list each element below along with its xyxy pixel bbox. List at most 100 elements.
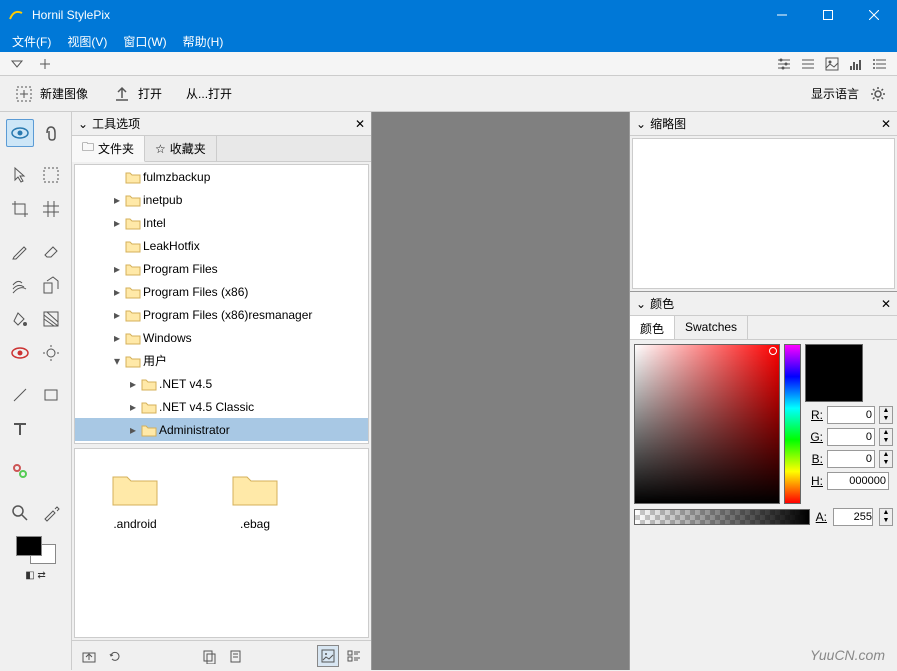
open-from-button[interactable]: 从...打开	[180, 81, 238, 106]
close-panel-icon[interactable]: ✕	[355, 117, 365, 131]
tree-item[interactable]: ▸Intel	[75, 211, 368, 234]
b-input[interactable]	[827, 450, 875, 468]
text-tool[interactable]	[6, 415, 34, 443]
spinner[interactable]: ▲▼	[879, 428, 893, 446]
spinner[interactable]: ▲▼	[879, 406, 893, 424]
tree-item[interactable]: ▸inetpub	[75, 188, 368, 211]
tab-favorites[interactable]: ☆收藏夹	[145, 136, 217, 161]
spinner[interactable]: ▲▼	[879, 450, 893, 468]
tool-options-title: 工具选项	[92, 115, 140, 132]
sliders-icon[interactable]	[773, 53, 795, 75]
tab-color[interactable]: 颜色	[630, 316, 675, 339]
new-image-button[interactable]: 新建图像	[8, 80, 94, 108]
adjust-icon[interactable]	[797, 53, 819, 75]
watermark: YuuCN.com	[810, 647, 885, 663]
grid-tool[interactable]	[37, 195, 65, 223]
blank-tool	[37, 415, 65, 443]
thumbnail-preview	[632, 138, 895, 289]
color-preview	[805, 344, 863, 402]
minimize-button[interactable]	[759, 0, 805, 30]
attach-tool[interactable]	[37, 119, 65, 147]
settings-button[interactable]	[867, 83, 889, 105]
tree-item[interactable]: fulmzbackup	[75, 165, 368, 188]
refresh-icon[interactable]	[104, 645, 126, 667]
close-thumb-icon[interactable]: ✕	[881, 117, 891, 131]
tree-item[interactable]: ▾用户	[75, 349, 368, 372]
r-input[interactable]	[827, 406, 875, 424]
tree-item[interactable]: ▸Windows	[75, 326, 368, 349]
right-panel: ⌄缩略图 ✕ ⌄颜色 ✕ 颜色 Swatches	[629, 112, 897, 670]
hex-input[interactable]	[827, 472, 889, 490]
titlebar: Hornil StylePix	[0, 0, 897, 30]
light-tool[interactable]	[37, 339, 65, 367]
hue-slider[interactable]	[784, 344, 801, 504]
menu-view[interactable]: 视图(V)	[59, 30, 115, 52]
tree-item[interactable]: ▸Program Files	[75, 257, 368, 280]
up-folder-icon[interactable]	[78, 645, 100, 667]
eye-tool[interactable]	[6, 119, 34, 147]
eraser-tool[interactable]	[37, 237, 65, 265]
bucket-tool[interactable]	[6, 305, 34, 333]
brush-tool[interactable]	[6, 271, 34, 299]
close-color-icon[interactable]: ✕	[881, 297, 891, 311]
toolbar1	[0, 52, 897, 76]
toolbar2: 新建图像 打开 从...打开 显示语言	[0, 76, 897, 112]
maximize-button[interactable]	[805, 0, 851, 30]
folder-icon	[231, 469, 279, 509]
tree-item[interactable]: ▸Administrator	[75, 418, 368, 441]
color-swatch[interactable]	[16, 536, 56, 564]
zoom-tool[interactable]	[6, 499, 34, 527]
menubar: 文件(F) 视图(V) 窗口(W) 帮助(H)	[0, 30, 897, 52]
alpha-input[interactable]	[833, 508, 873, 526]
view-list-icon[interactable]	[343, 645, 365, 667]
menu-window[interactable]: 窗口(W)	[115, 30, 174, 52]
open-icon	[112, 84, 132, 104]
tree-item[interactable]: ▸Program Files (x86)	[75, 280, 368, 303]
menu-help[interactable]: 帮助(H)	[175, 30, 232, 52]
dropdown-icon[interactable]	[6, 53, 28, 75]
tree-item[interactable]: ▸.NET v4.5	[75, 372, 368, 395]
tree-item[interactable]: ▸.NET v4.5 Classic	[75, 395, 368, 418]
thumb-item[interactable]: .ebag	[205, 469, 305, 531]
saturation-value-picker[interactable]	[634, 344, 780, 504]
plus-icon[interactable]	[34, 53, 56, 75]
folder-icon	[111, 469, 159, 509]
chevron-down-icon[interactable]: ⌄	[78, 117, 88, 131]
g-input[interactable]	[827, 428, 875, 446]
image-icon[interactable]	[821, 53, 843, 75]
pencil-tool[interactable]	[6, 237, 34, 265]
window-title: Hornil StylePix	[32, 8, 759, 22]
chevron-down-icon[interactable]: ⌄	[636, 117, 646, 131]
pointer-tool[interactable]	[6, 161, 34, 189]
line-tool[interactable]	[6, 381, 34, 409]
clone-tool[interactable]	[37, 271, 65, 299]
histogram-icon[interactable]	[845, 53, 867, 75]
tab-folder[interactable]: 🗀文件夹	[72, 136, 145, 162]
close-button[interactable]	[851, 0, 897, 30]
open-button[interactable]: 打开	[106, 80, 168, 108]
list-icon[interactable]	[869, 53, 891, 75]
new-image-icon	[14, 84, 34, 104]
pattern-tool[interactable]	[37, 305, 65, 333]
spinner[interactable]: ▲▼	[879, 508, 893, 526]
link-tool[interactable]	[6, 457, 34, 485]
thumb-item[interactable]: .android	[85, 469, 185, 531]
copy-icon[interactable]	[198, 645, 220, 667]
view-grid-icon[interactable]	[317, 645, 339, 667]
redeye-tool[interactable]	[6, 339, 34, 367]
alpha-slider[interactable]	[634, 509, 810, 525]
tree-item[interactable]: ▸Program Files (x86)resmanager	[75, 303, 368, 326]
marquee-tool[interactable]	[37, 161, 65, 189]
crop-tool[interactable]	[6, 195, 34, 223]
rect-tool[interactable]	[37, 381, 65, 409]
tree-item[interactable]: LeakHotfix	[75, 234, 368, 257]
chevron-down-icon[interactable]: ⌄	[636, 297, 646, 311]
folder-tree[interactable]: fulmzbackup▸inetpub▸IntelLeakHotfix▸Prog…	[74, 164, 369, 444]
menu-file[interactable]: 文件(F)	[4, 30, 59, 52]
eyedropper-tool[interactable]	[37, 499, 65, 527]
show-language-label[interactable]: 显示语言	[811, 85, 859, 102]
paste-icon[interactable]	[224, 645, 246, 667]
tab-swatches[interactable]: Swatches	[675, 316, 748, 339]
app-icon	[8, 7, 24, 23]
swap-swatch[interactable]: ◧ ⇄	[0, 570, 71, 581]
